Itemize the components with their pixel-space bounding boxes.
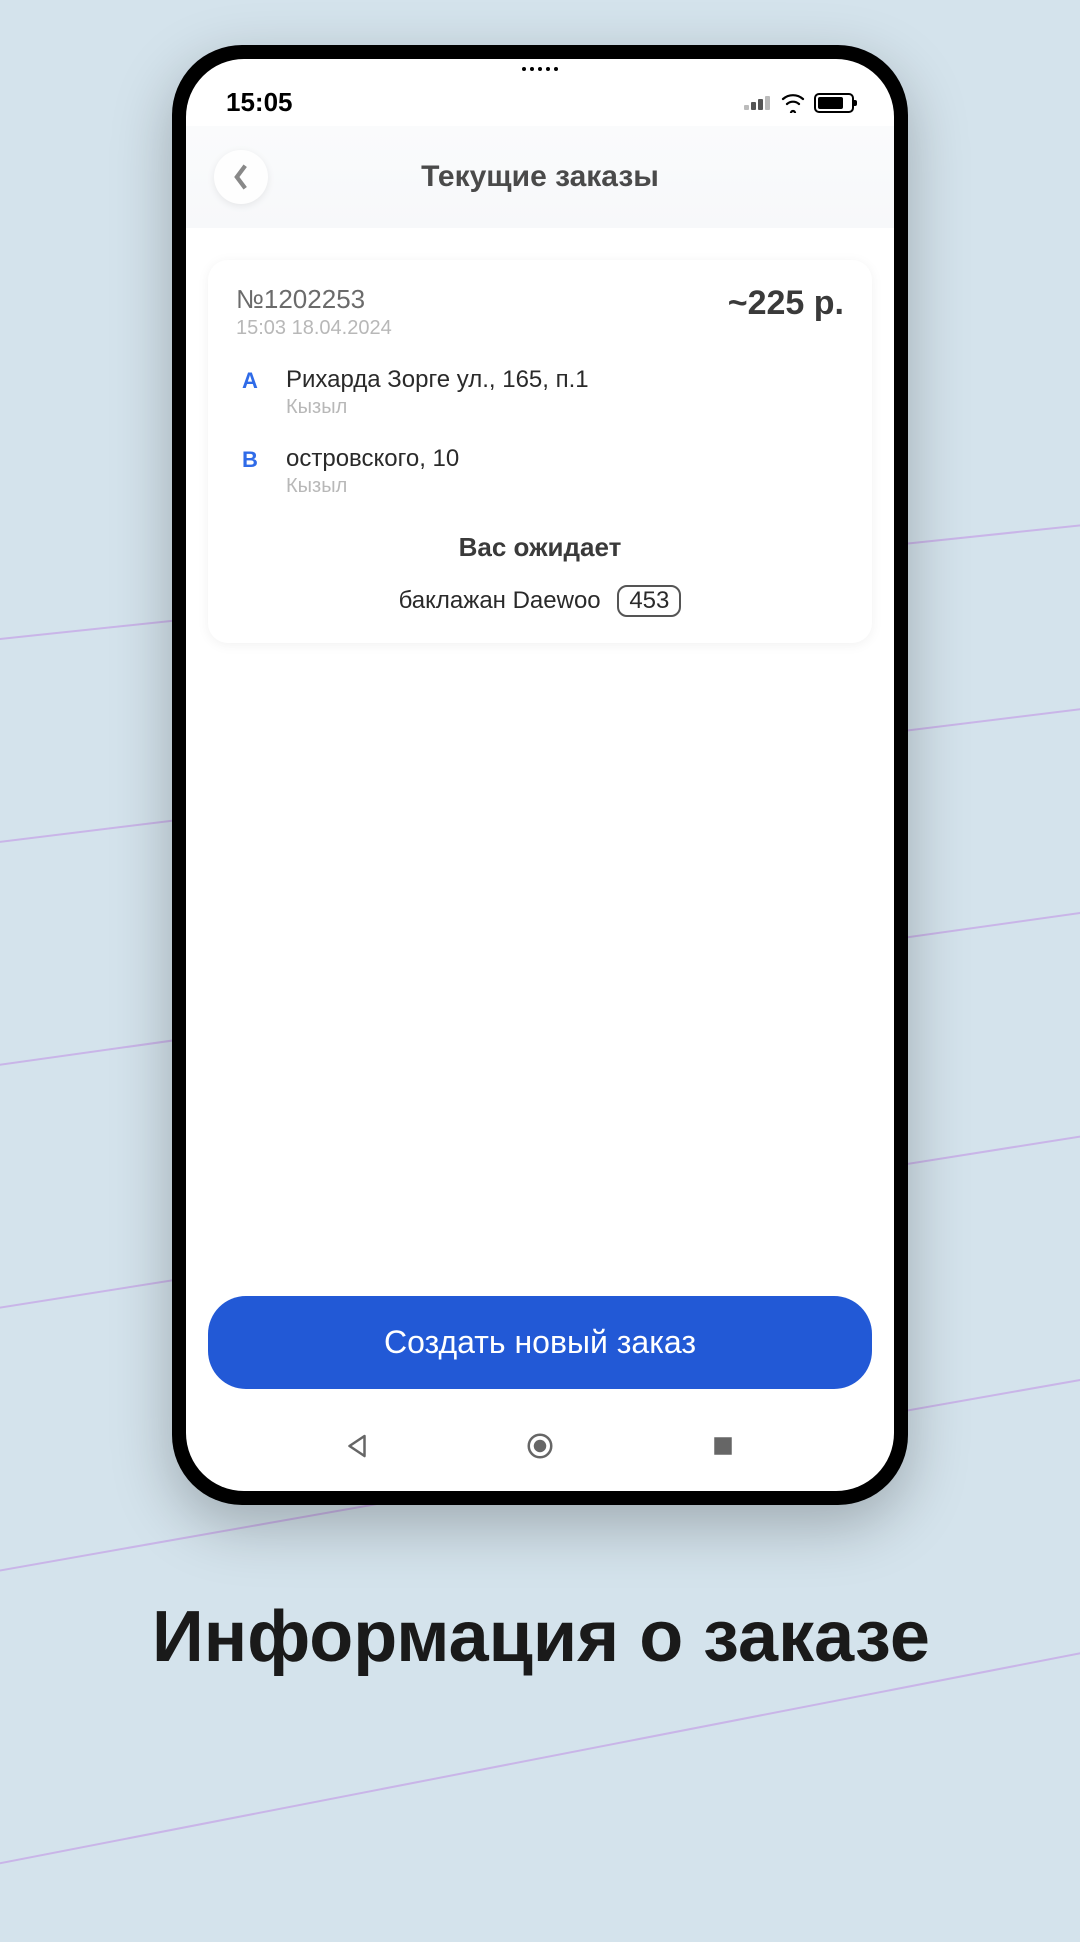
vehicle-plate: 453 — [617, 585, 681, 617]
nav-recent-icon[interactable] — [708, 1431, 738, 1461]
promo-caption: Информация о заказе — [152, 1580, 930, 1695]
vehicle-info: баклажан Daewoo 453 — [236, 585, 844, 617]
route-address-a: Рихарда Зорге ул., 165, п.1 — [286, 366, 589, 394]
notch-dots — [522, 67, 558, 71]
route-point-b: B островского, 10 Кызыл — [236, 445, 844, 498]
route-letter-a: A — [236, 366, 264, 394]
order-price: ~225 р. — [728, 284, 844, 323]
route-city-a: Кызыл — [286, 396, 589, 419]
order-card[interactable]: №1202253 15:03 18.04.2024 ~225 р. A Риха… — [208, 260, 872, 643]
android-nav-bar — [186, 1409, 894, 1491]
route-city-b: Кызыл — [286, 475, 459, 498]
route-point-a: A Рихарда Зорге ул., 165, п.1 Кызыл — [236, 366, 844, 419]
order-timestamp: 15:03 18.04.2024 — [236, 317, 392, 340]
vehicle-desc: баклажан Daewoo — [399, 587, 601, 614]
order-number: №1202253 — [236, 284, 392, 315]
phone-screen: 15:05 Текущие заказы — [186, 59, 894, 1491]
content-area: №1202253 15:03 18.04.2024 ~225 р. A Риха… — [186, 228, 894, 1409]
status-time: 15:05 — [226, 87, 293, 118]
order-card-header: №1202253 15:03 18.04.2024 ~225 р. — [236, 284, 844, 340]
create-order-button[interactable]: Создать новый заказ — [208, 1296, 872, 1389]
route-address-b: островского, 10 — [286, 445, 459, 473]
page-title: Текущие заказы — [214, 160, 866, 194]
nav-home-icon[interactable] — [525, 1431, 555, 1461]
waiting-label: Вас ожидает — [236, 532, 844, 563]
status-indicators — [744, 93, 854, 113]
nav-back-icon[interactable] — [342, 1431, 372, 1461]
signal-icon — [744, 96, 772, 110]
route-letter-b: B — [236, 445, 264, 473]
phone-frame: 15:05 Текущие заказы — [172, 45, 908, 1505]
app-header: Текущие заказы — [186, 126, 894, 228]
battery-icon — [814, 93, 854, 113]
wifi-icon — [780, 93, 806, 113]
